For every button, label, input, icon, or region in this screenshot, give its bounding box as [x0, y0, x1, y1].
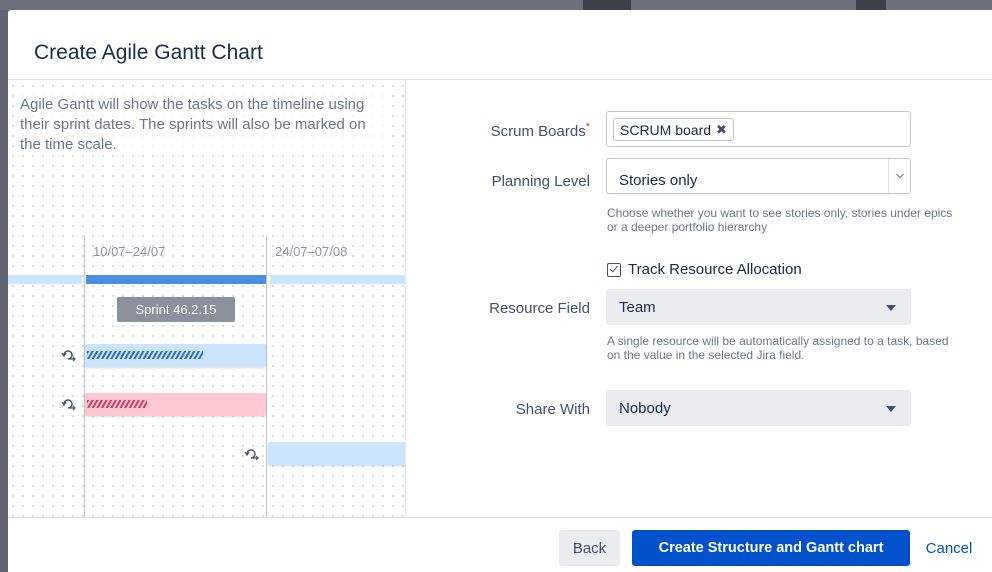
date-range-label-1: 10/07–24/07: [93, 244, 166, 259]
planning-level-value: Stories only: [619, 172, 698, 189]
task-bar-story: [85, 344, 266, 367]
task-bar-overdue: [85, 393, 266, 416]
scrum-boards-input[interactable]: SCRUM board ✖: [606, 111, 911, 147]
planning-level-help: Choose whether you want to see stories o…: [607, 206, 953, 234]
sprint-boundary-line: [266, 236, 267, 517]
resource-field-select[interactable]: Team: [606, 289, 911, 325]
task-bar-story: [268, 442, 405, 465]
illustration-description: Agile Gantt will show the tasks on the t…: [20, 95, 390, 155]
gantt-illustration: Agile Gantt will show the tasks on the t…: [8, 81, 406, 517]
track-resource-label: Track Resource Allocation: [628, 261, 802, 278]
share-with-label: Share With: [515, 401, 590, 418]
back-button[interactable]: Back: [559, 530, 620, 566]
track-resource-row[interactable]: Track Resource Allocation: [607, 261, 802, 278]
background-block: [856, 0, 886, 10]
scrum-boards-label: Scrum Boards*: [440, 121, 590, 140]
timeline-scale-segment: [8, 275, 82, 284]
chevron-down-icon: [888, 159, 910, 193]
planning-level-select[interactable]: Stories only: [606, 158, 911, 194]
scrum-board-chip: SCRUM board ✖: [613, 118, 734, 141]
chip-label: SCRUM board: [620, 121, 712, 138]
dependency-arrow-icon: [244, 449, 259, 461]
cancel-button[interactable]: Cancel: [920, 530, 978, 566]
dialog-footer: Back Create Structure and Gantt chart Ca…: [8, 517, 992, 572]
date-range-label-2: 24/07–07/08: [275, 244, 348, 259]
chevron-down-icon: [886, 406, 896, 412]
task-progress-hatch: [87, 400, 147, 408]
task-progress-hatch: [87, 351, 203, 359]
planning-level-label: Planning Level: [491, 173, 590, 190]
create-gantt-dialog: Create Agile Gantt Chart Agile Gantt wil…: [8, 10, 992, 572]
dialog-title: Create Agile Gantt Chart: [34, 41, 263, 64]
timeline-scale-segment: [270, 275, 405, 284]
check-icon: [609, 263, 618, 273]
create-structure-gantt-button[interactable]: Create Structure and Gantt chart: [632, 530, 910, 566]
sprint-boundary-line: [84, 236, 85, 517]
background-block: [583, 0, 631, 10]
required-marker: *: [585, 121, 590, 133]
dependency-arrow-icon: [61, 399, 76, 411]
share-with-select[interactable]: Nobody: [606, 390, 911, 426]
sprint-tag: Sprint 46.2.15: [117, 297, 235, 322]
resource-field-label: Resource Field: [489, 300, 590, 317]
share-with-value: Nobody: [619, 400, 671, 417]
chip-remove-icon[interactable]: ✖: [716, 122, 727, 138]
dialog-header: Create Agile Gantt Chart: [8, 10, 992, 80]
dependency-arrow-icon: [61, 350, 76, 362]
background-app-strip: [0, 0, 992, 10]
chevron-down-icon: [886, 305, 896, 311]
resource-field-help: A single resource will be automatically …: [607, 334, 949, 362]
track-resource-checkbox[interactable]: [607, 262, 621, 277]
resource-field-value: Team: [619, 299, 656, 316]
timeline-scale-active-sprint: [86, 275, 266, 284]
scrum-boards-label-text: Scrum Boards: [490, 123, 586, 140]
